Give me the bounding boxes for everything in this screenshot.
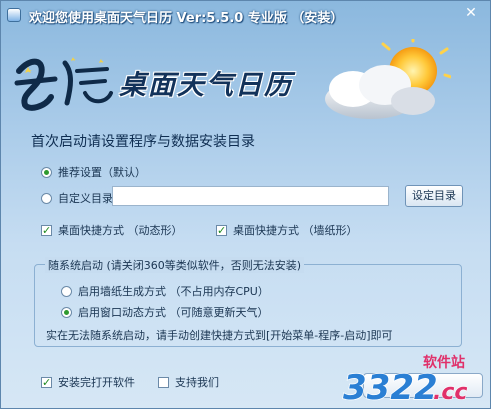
radio-custom-dir[interactable]: 自定义目录 bbox=[41, 190, 113, 206]
logo-calligraphy-icon bbox=[14, 57, 113, 111]
checkmark-icon[interactable]: ✓ bbox=[41, 376, 52, 388]
radio-button-selected[interactable] bbox=[41, 166, 52, 178]
autostart-group-title: 随系统启动 (请关闭360等类似软件，否则无法安装) bbox=[45, 257, 305, 273]
radio-recommended-label: 推荐设置（默认） bbox=[58, 166, 146, 179]
site-watermark: 软件站 3322 .cc bbox=[342, 354, 468, 407]
checkbox-support-us[interactable]: 支持我们 bbox=[158, 374, 219, 390]
setup-heading: 首次启动请设置程序与数据安装目录 bbox=[31, 134, 255, 150]
checkmark-icon[interactable]: ✓ bbox=[216, 224, 227, 236]
radio-button[interactable] bbox=[61, 285, 72, 297]
radio-custom-label: 自定义目录 bbox=[58, 192, 113, 205]
radio-wallpaper-mode[interactable]: 启用墙纸生成方式 （不占用内存CPU） bbox=[61, 283, 269, 299]
support-us-label: 支持我们 bbox=[175, 376, 219, 389]
checkbox-shortcut-dynamic[interactable]: ✓ 桌面快捷方式 （动态形） bbox=[41, 222, 183, 238]
autostart-note: 实在无法随系统启动，请手动创建快捷方式到[开始菜单-程序-启动]即可 bbox=[46, 329, 393, 342]
watermark-tld: .cc bbox=[433, 380, 467, 405]
checkbox-open-after-install[interactable]: ✓ 安装完打开软件 bbox=[41, 374, 135, 390]
radio-window-mode[interactable]: 启用窗口动态方式 （可随意更新天气） bbox=[61, 304, 269, 320]
radio-recommended[interactable]: 推荐设置（默认） bbox=[41, 164, 146, 180]
window-mode-label: 启用窗口动态方式 （可随意更新天气） bbox=[78, 306, 269, 319]
checkbox-empty[interactable] bbox=[158, 376, 169, 388]
banner-title: 桌面天气日历 bbox=[119, 70, 293, 101]
checkbox-shortcut-wallpaper[interactable]: ✓ 桌面快捷方式 （墙纸形） bbox=[216, 222, 358, 238]
sun-cloud-icon bbox=[325, 39, 451, 119]
installer-window: 欢迎您使用桌面天气日历 Ver:5.5.0 专业版 （安装） ✕ 桌面天气日历 bbox=[0, 0, 491, 409]
set-directory-button[interactable]: 设定目录 bbox=[405, 185, 463, 207]
radio-button-selected[interactable] bbox=[61, 306, 72, 318]
radio-button[interactable] bbox=[41, 192, 52, 204]
install-path-input[interactable] bbox=[112, 186, 389, 206]
watermark-number: 3322 bbox=[343, 368, 438, 407]
wallpaper-mode-label: 启用墙纸生成方式 （不占用内存CPU） bbox=[78, 285, 269, 298]
shortcut-wallpaper-label: 桌面快捷方式 （墙纸形） bbox=[233, 224, 358, 237]
shortcut-dynamic-label: 桌面快捷方式 （动态形） bbox=[58, 224, 183, 237]
open-after-install-label: 安装完打开软件 bbox=[58, 376, 135, 389]
banner: 桌面天气日历 bbox=[1, 19, 491, 119]
checkmark-icon[interactable]: ✓ bbox=[41, 224, 52, 236]
